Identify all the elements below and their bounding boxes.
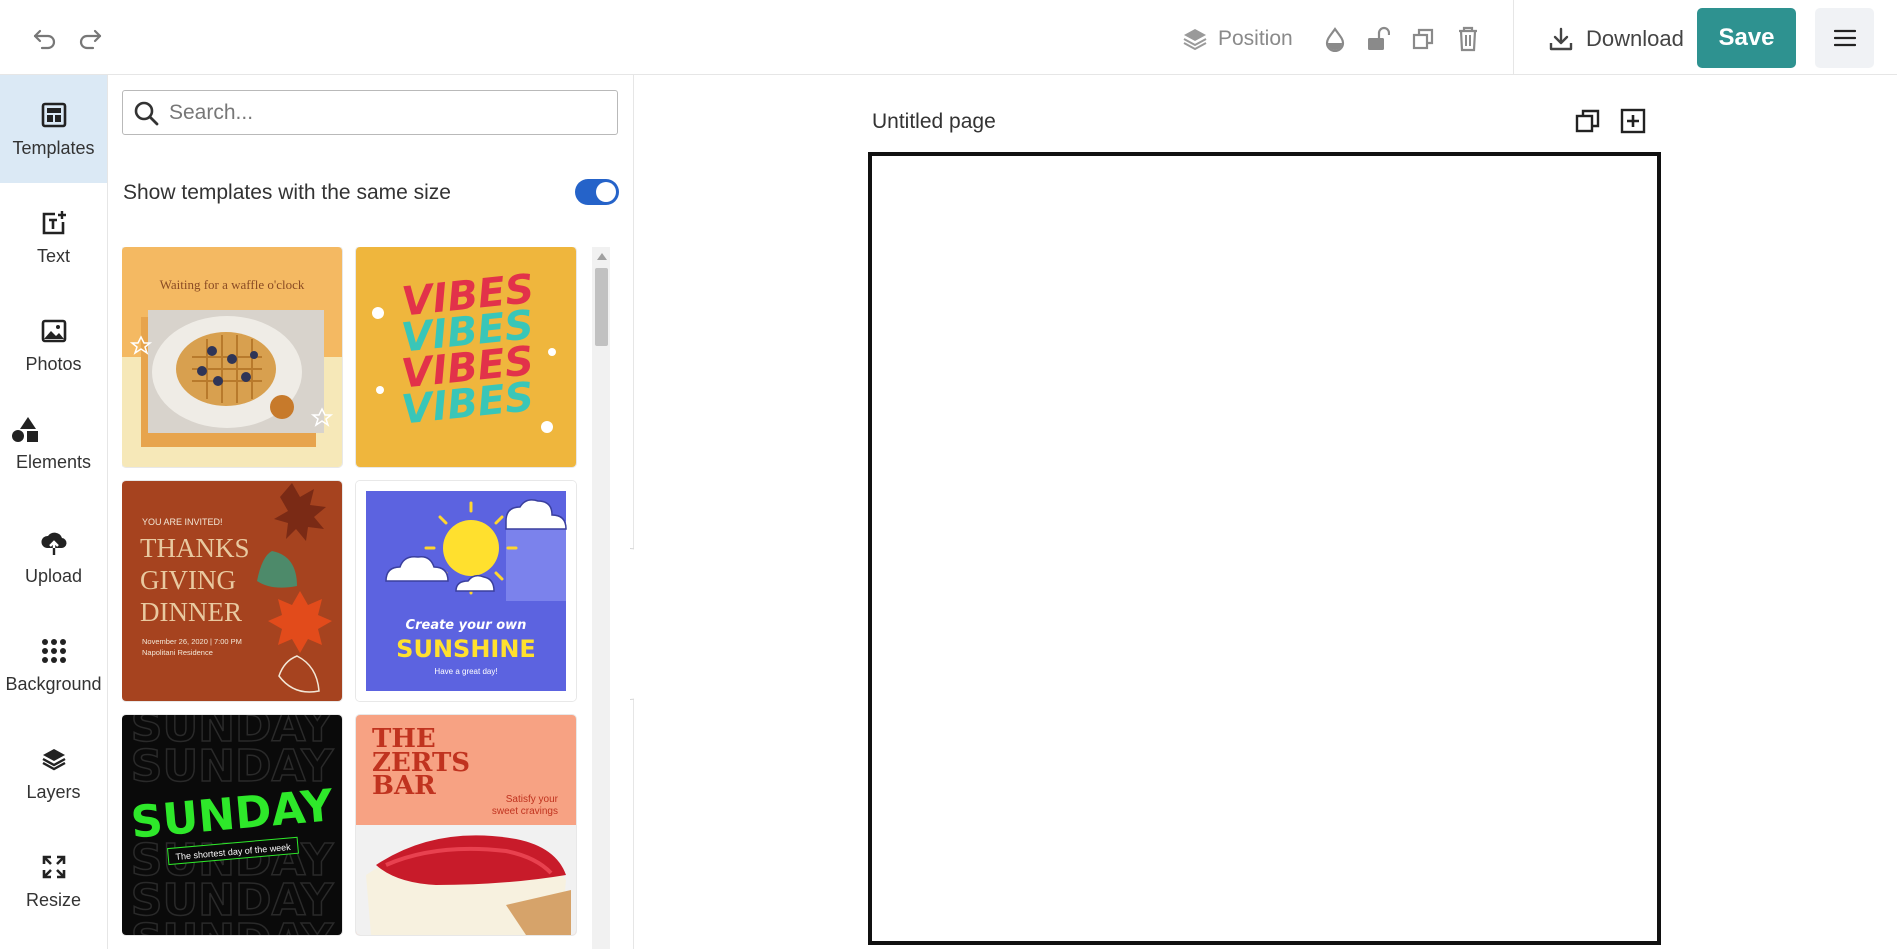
same-size-toggle[interactable] (575, 179, 619, 205)
sunshine-line-2: SUNSHINE (396, 635, 536, 663)
sidebar-item-label: Layers (26, 781, 81, 802)
thanks-line-1: THANKS (140, 533, 250, 563)
sunday-bg-5: SUNDAY (131, 915, 335, 935)
duplicate-page-button[interactable] (1574, 107, 1602, 135)
template-thanksgiving-art: YOU ARE INVITED! THANKS GIVING DINNER No… (122, 481, 342, 701)
add-page-icon (1620, 108, 1646, 134)
waffle-title: Waiting for a waffle o'clock (160, 277, 305, 292)
save-button[interactable]: Save (1697, 8, 1796, 68)
undo-button[interactable] (28, 22, 62, 56)
template-vibes[interactable]: VIBES VIBES VIBES VIBES (356, 247, 576, 467)
page-title[interactable]: Untitled page (872, 110, 996, 134)
template-sunshine[interactable]: Create your own SUNSHINE Have a great da… (356, 481, 576, 701)
photos-icon (41, 319, 66, 342)
droplet-icon (1325, 27, 1345, 52)
thanks-date: November 26, 2020 | 7:00 PM (142, 637, 242, 646)
thanks-invite: YOU ARE INVITED! (142, 517, 223, 527)
layers-stack-icon (1183, 29, 1207, 51)
search-box[interactable] (122, 90, 618, 135)
template-waffle[interactable]: Waiting for a waffle o'clock (122, 247, 342, 467)
templates-grid: Waiting for a waffle o'clock VIBES VIBES… (122, 247, 610, 949)
sidebar-item-photos[interactable]: Photos (0, 291, 107, 399)
search-input[interactable] (167, 99, 591, 126)
unlock-icon (1368, 26, 1390, 50)
sidebar-item-upload[interactable]: Upload (0, 503, 107, 611)
template-sunday[interactable]: SUNDAY SUNDAY SUNDAY SUNDAY SUNDAY SUNDA… (122, 715, 342, 935)
search-icon (134, 101, 159, 125)
download-icon (1549, 27, 1573, 51)
sidebar-item-label: Background (5, 673, 102, 694)
same-size-label: Show templates with the same size (123, 181, 451, 204)
template-sunshine-art: Create your own SUNSHINE Have a great da… (356, 481, 576, 701)
left-sidebar: Templates Text Photos Elements Upload Ba… (0, 75, 108, 949)
trash-icon (1459, 26, 1477, 52)
template-thanksgiving[interactable]: YOU ARE INVITED! THANKS GIVING DINNER No… (122, 481, 342, 701)
position-label: Position (1218, 27, 1293, 50)
add-page-button[interactable] (1619, 107, 1647, 135)
copy-icon (1575, 109, 1600, 133)
template-sunday-art: SUNDAY SUNDAY SUNDAY SUNDAY SUNDAY SUNDA… (122, 715, 342, 935)
sidebar-item-label: Text (36, 245, 70, 266)
template-zerts-bar[interactable]: THE ZERTS BAR Satisfy your sweet craving… (356, 715, 576, 935)
sidebar-item-layers[interactable]: Layers (0, 719, 107, 827)
text-icon (42, 210, 66, 234)
thanks-line-2: GIVING (140, 565, 236, 595)
sidebar-item-background[interactable]: Background (0, 611, 107, 719)
sidebar-item-elements[interactable]: Elements (0, 393, 107, 493)
toggle-knob (596, 182, 616, 202)
download-button[interactable]: Download (1548, 22, 1684, 56)
template-vibes-art: VIBES VIBES VIBES VIBES (356, 247, 576, 467)
sidebar-item-resize[interactable]: Resize (0, 827, 107, 935)
sunshine-line-3: Have a great day! (434, 667, 497, 676)
position-button[interactable]: Position (1182, 22, 1293, 56)
sidebar-item-templates[interactable]: Templates (0, 75, 107, 183)
zerts-line-3: BAR (372, 771, 436, 801)
sidebar-item-label: Templates (12, 137, 95, 158)
zerts-tag-1: Satisfy your (506, 794, 559, 805)
resize-icon (42, 855, 65, 878)
toolbar-divider (1513, 0, 1514, 75)
menu-button[interactable] (1815, 8, 1874, 68)
scroll-thumb[interactable] (595, 268, 608, 346)
sidebar-item-label: Elements (15, 451, 92, 472)
sidebar-item-label: Upload (24, 565, 83, 586)
hamburger-icon (1833, 29, 1856, 47)
template-waffle-art: Waiting for a waffle o'clock (122, 247, 342, 467)
design-page[interactable] (868, 152, 1661, 945)
redo-icon (79, 29, 102, 50)
thanks-line-3: DINNER (140, 597, 242, 627)
sunshine-line-1: Create your own (406, 618, 527, 633)
undo-icon (33, 29, 56, 50)
template-zerts-art: THE ZERTS BAR Satisfy your sweet craving… (356, 715, 576, 935)
copy-icon (1412, 28, 1434, 50)
sidebar-item-label: Photos (25, 353, 82, 374)
zerts-tag-2: sweet cravings (492, 806, 558, 817)
thanks-place: Napolitani Residence (142, 648, 213, 657)
upload-icon (40, 532, 67, 555)
delete-button[interactable] (1452, 22, 1484, 56)
templates-panel: Show templates with the same size Waitin… (108, 75, 634, 949)
duplicate-button[interactable] (1407, 22, 1439, 56)
sidebar-item-label: Resize (25, 889, 82, 910)
templates-icon (41, 102, 66, 127)
scroll-up-arrow[interactable] (597, 253, 607, 260)
opacity-button[interactable] (1320, 22, 1350, 56)
lock-button[interactable] (1362, 22, 1394, 56)
redo-button[interactable] (73, 22, 107, 56)
sidebar-item-text[interactable]: Text (0, 183, 107, 291)
dots-grid-icon (41, 638, 66, 663)
templates-scrollbar[interactable] (592, 247, 610, 949)
shapes-icon (11, 416, 38, 442)
layers-icon (41, 748, 66, 770)
download-label: Download (1586, 26, 1684, 51)
top-toolbar: Position Download Save (0, 0, 1897, 75)
